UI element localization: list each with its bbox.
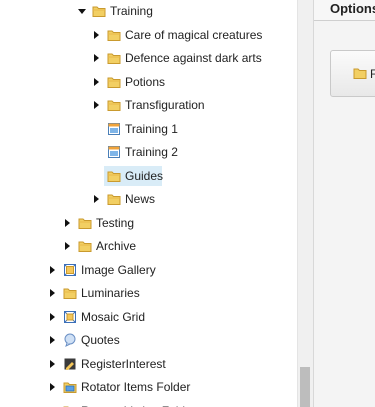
- quote-icon: [64, 333, 76, 347]
- tree-node-label[interactable]: Training 2: [125, 142, 178, 162]
- folder-icon: [92, 6, 106, 17]
- tree-node-label[interactable]: Potions: [125, 72, 165, 92]
- tree-scrollbar[interactable]: [297, 0, 313, 407]
- tree-node-label[interactable]: Luminaries: [81, 283, 140, 303]
- tree-node[interactable]: Training 1: [0, 119, 297, 139]
- folder-icon: [107, 100, 121, 111]
- tree-node[interactable]: Potions: [0, 72, 297, 92]
- expand-arrow-icon[interactable]: [50, 289, 55, 297]
- tree-node[interactable]: Quotes: [0, 330, 297, 350]
- expand-arrow-icon[interactable]: [94, 77, 99, 86]
- expand-arrow-icon[interactable]: [50, 383, 55, 391]
- folder-icon: [353, 68, 367, 79]
- folder-icon: [107, 77, 121, 88]
- tree-node[interactable]: Archive: [0, 236, 297, 256]
- folder-icon: [63, 406, 70, 407]
- expand-arrow-icon[interactable]: [50, 265, 55, 274]
- tree-node[interactable]: Care of magical creatures: [0, 25, 297, 45]
- folder-icon: [63, 288, 77, 299]
- expand-arrow-icon[interactable]: [50, 336, 55, 344]
- tree-node[interactable]: Image Gallery: [0, 260, 297, 280]
- tree-node-label[interactable]: Training: [110, 1, 153, 21]
- options-panel: Options F: [313, 0, 375, 407]
- folder-icon: [78, 241, 92, 252]
- collapse-arrow-icon[interactable]: [78, 9, 86, 14]
- tree-node-label[interactable]: Rotator Listing Folder: [81, 401, 196, 407]
- tree-node-label[interactable]: Defence against dark arts: [125, 48, 262, 68]
- tree-node[interactable]: Rotator Listing Folder: [0, 401, 297, 407]
- expand-arrow-icon[interactable]: [94, 195, 99, 203]
- tree-node-label[interactable]: Training 1: [125, 119, 178, 139]
- expand-arrow-icon[interactable]: [94, 54, 99, 62]
- tree-node[interactable]: Transfiguration: [0, 95, 297, 115]
- tree-node[interactable]: Luminaries: [0, 283, 297, 303]
- tree-node-label[interactable]: Mosaic Grid: [81, 307, 145, 327]
- tree-node[interactable]: Guides: [0, 166, 297, 186]
- tree-node-label[interactable]: Testing: [96, 213, 134, 233]
- folder-icon: [107, 30, 121, 41]
- tree-scrollbar-thumb[interactable]: [300, 367, 310, 407]
- tree-node[interactable]: Training 2: [0, 142, 297, 162]
- expand-arrow-icon[interactable]: [65, 218, 70, 227]
- tree-node-label[interactable]: Quotes: [81, 330, 120, 350]
- options-button-label: F: [370, 67, 375, 81]
- folder-icon: [78, 218, 92, 229]
- tree-node-label[interactable]: Care of magical creatures: [125, 25, 262, 45]
- expand-arrow-icon[interactable]: [50, 312, 55, 321]
- folder-icon: [107, 53, 121, 64]
- folder-icon: [107, 171, 121, 182]
- tree-node[interactable]: Defence against dark arts: [0, 48, 297, 68]
- tree-node[interactable]: RegisterInterest: [0, 354, 297, 374]
- content-tree: Training Care of magical creatures Defence…: [0, 0, 297, 407]
- expand-arrow-icon[interactable]: [50, 359, 55, 368]
- options-title: Options: [330, 1, 375, 16]
- expand-arrow-icon[interactable]: [94, 30, 99, 39]
- folder-items-icon: [63, 382, 77, 393]
- expand-arrow-icon[interactable]: [65, 242, 70, 250]
- grid-icon: [64, 310, 76, 323]
- page-icon: [108, 146, 120, 158]
- folder-icon: [107, 194, 121, 205]
- gallery-icon: [64, 263, 76, 276]
- page-icon: [108, 122, 120, 135]
- tree-node[interactable]: News: [0, 189, 297, 209]
- options-folder-button[interactable]: F: [330, 50, 375, 97]
- tree-node-label[interactable]: Image Gallery: [81, 260, 156, 280]
- options-header: Options: [314, 0, 375, 21]
- tree-node-label[interactable]: Rotator Items Folder: [81, 377, 190, 397]
- tree-node-label[interactable]: Archive: [96, 236, 136, 256]
- tree-node-label[interactable]: Transfiguration: [125, 95, 205, 115]
- tree-node[interactable]: Mosaic Grid: [0, 307, 297, 327]
- form-icon: [64, 358, 76, 370]
- tree-node-label[interactable]: RegisterInterest: [81, 354, 166, 374]
- tree-node[interactable]: Testing: [0, 213, 297, 233]
- tree-node[interactable]: Rotator Items Folder: [0, 377, 297, 397]
- expand-arrow-icon[interactable]: [94, 101, 99, 109]
- tree-node-label[interactable]: News: [125, 189, 155, 209]
- tree-node[interactable]: Training: [0, 1, 297, 21]
- tree-node-label[interactable]: Guides: [125, 166, 163, 186]
